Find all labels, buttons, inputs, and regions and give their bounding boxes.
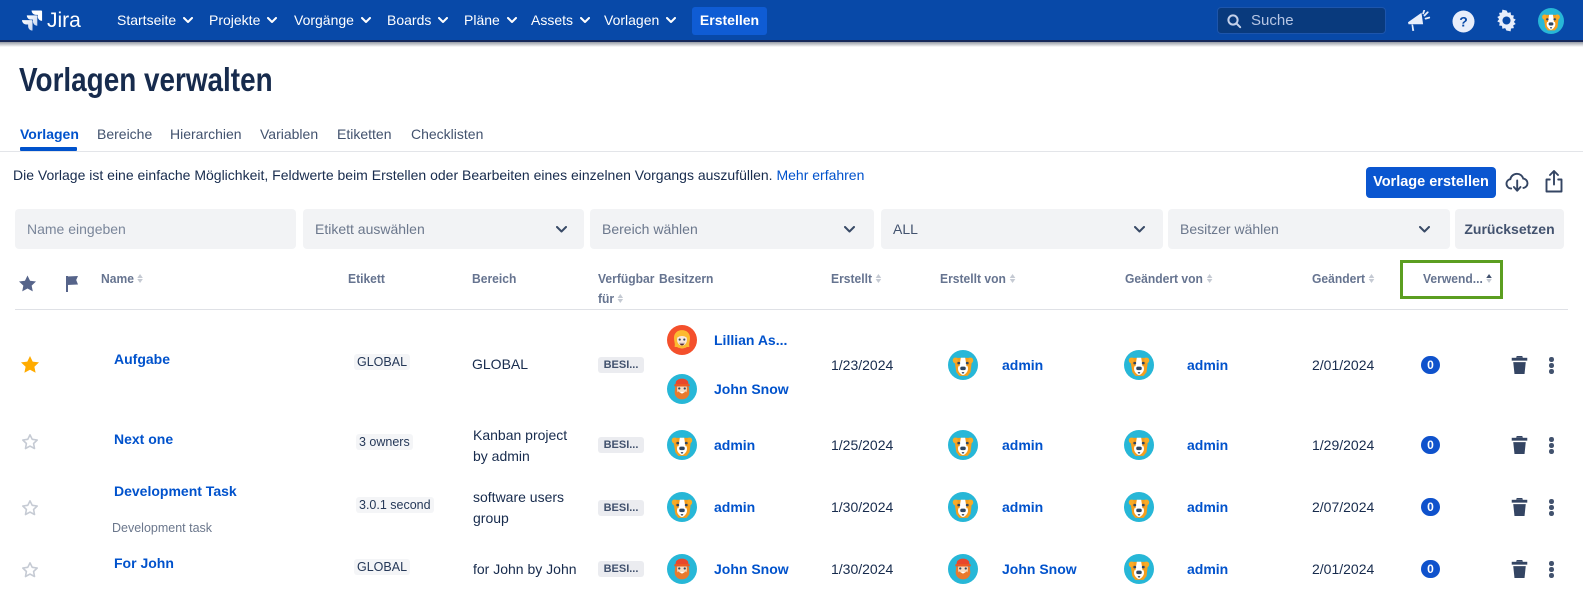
svg-text:?: ? — [1459, 13, 1468, 29]
